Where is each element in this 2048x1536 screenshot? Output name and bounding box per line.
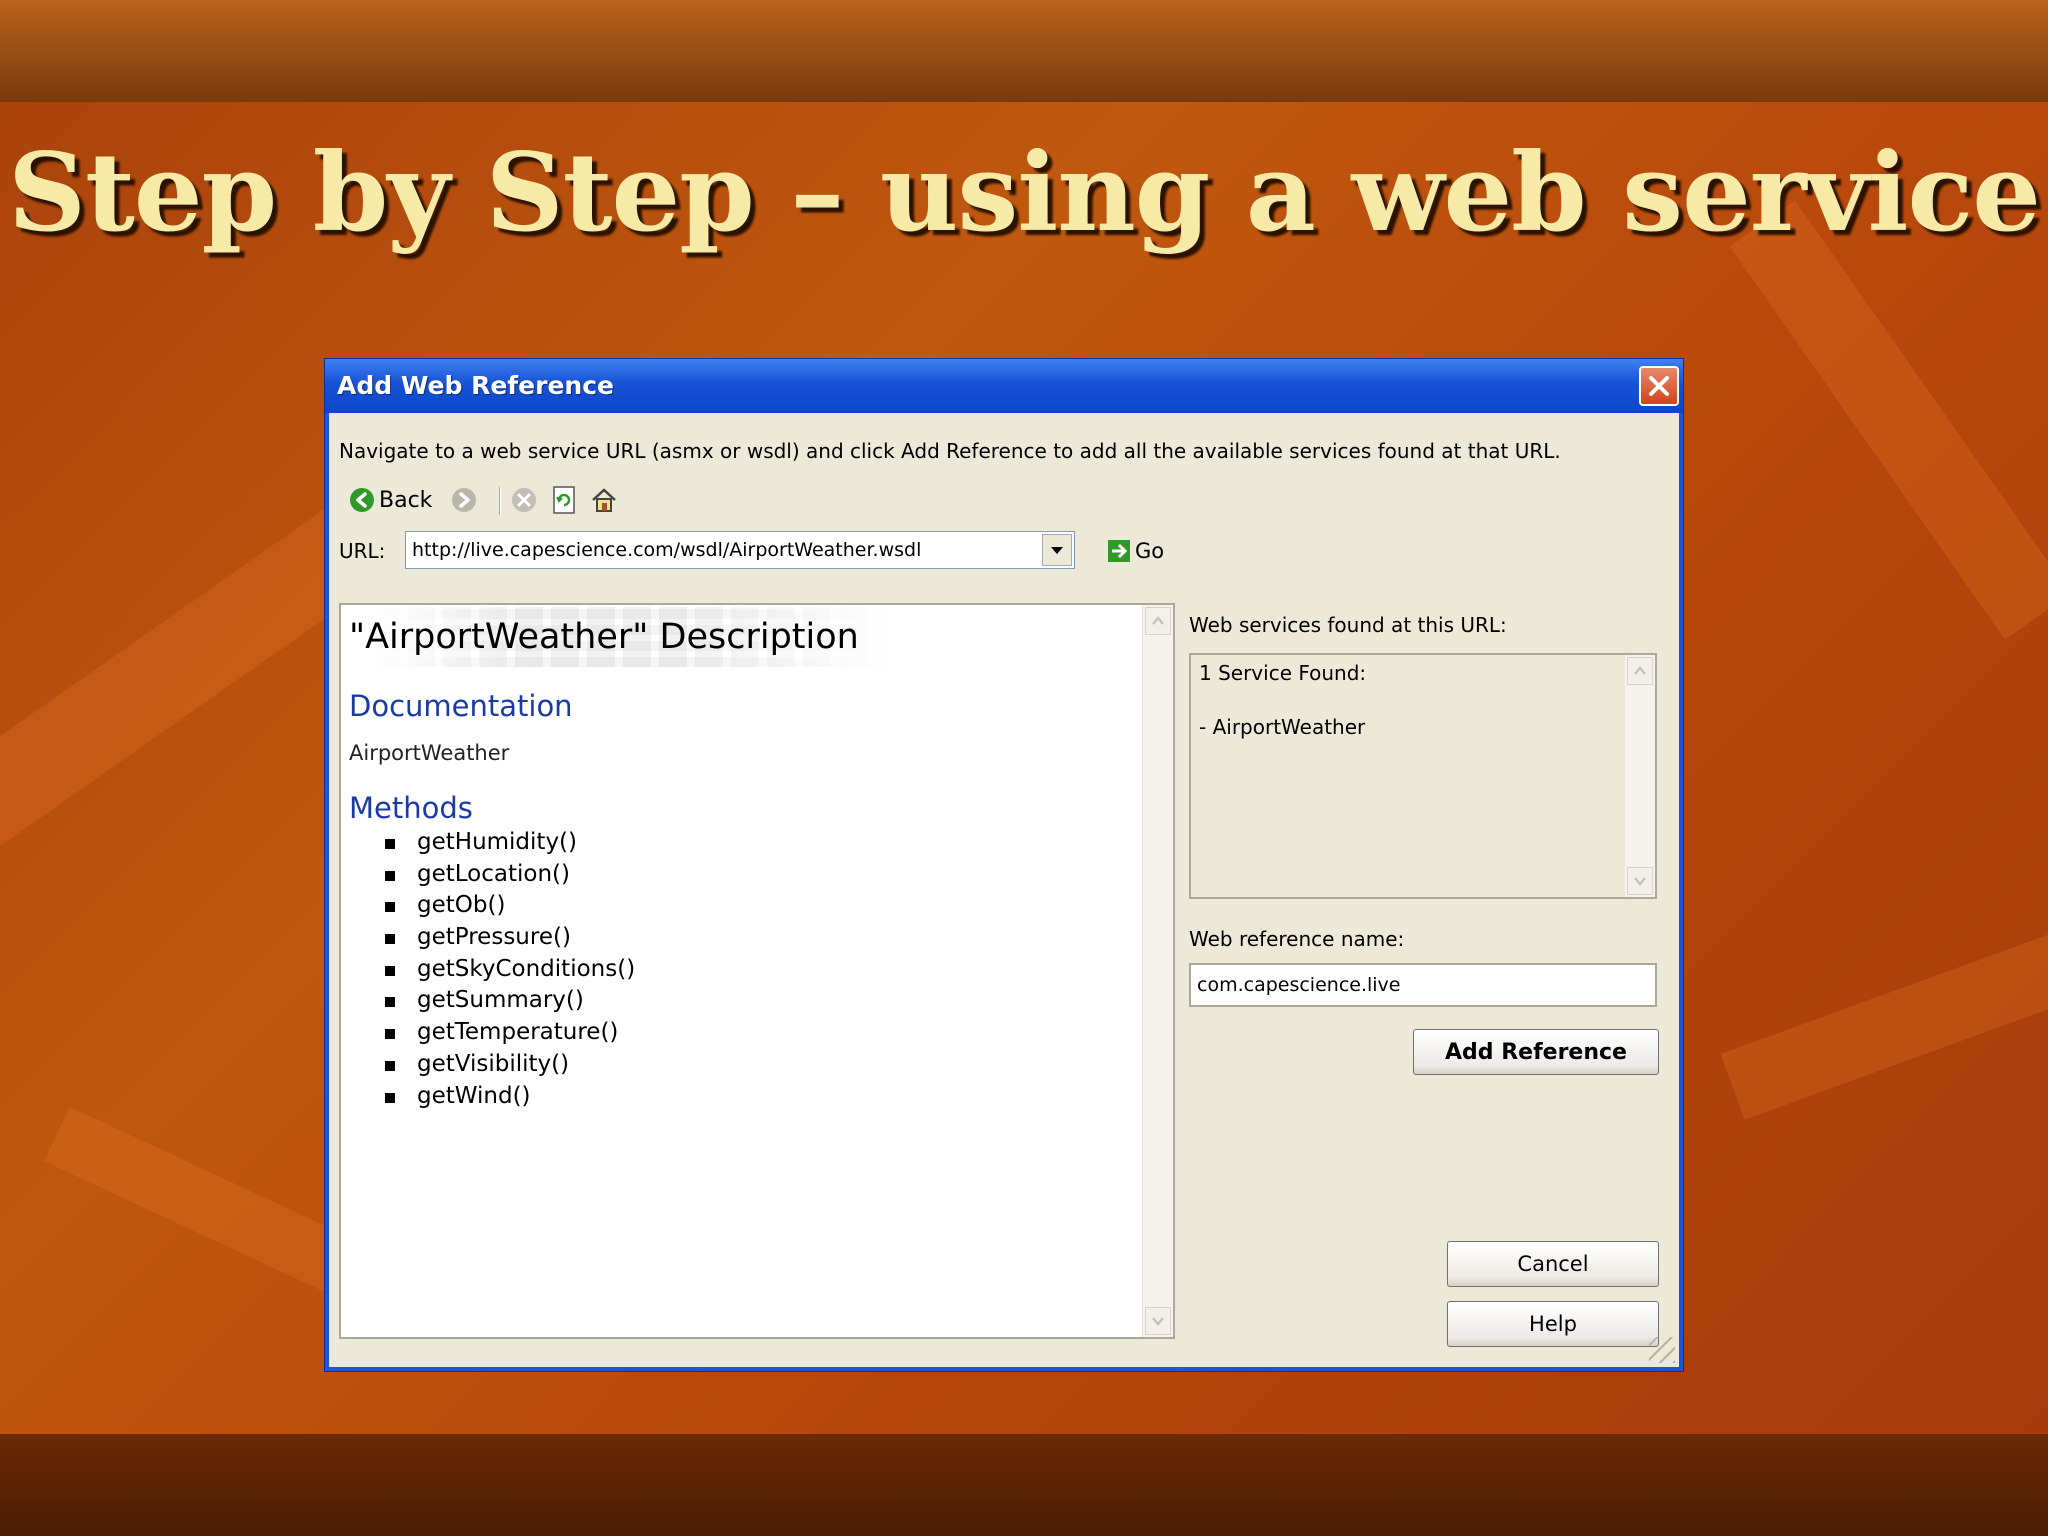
method-item[interactable]: getWind() xyxy=(385,1081,635,1113)
service-description-browser[interactable]: "AirportWeather" Description Documentati… xyxy=(339,603,1175,1339)
method-item[interactable]: getOb() xyxy=(385,890,635,922)
refresh-icon xyxy=(553,486,575,514)
dialog-titlebar[interactable]: Add Web Reference xyxy=(325,359,1683,413)
url-label: URL: xyxy=(339,539,386,563)
back-arrow-icon xyxy=(350,488,374,512)
cancel-button[interactable]: Cancel xyxy=(1447,1241,1659,1287)
method-item[interactable]: getSummary() xyxy=(385,985,635,1017)
reference-name-label: Web reference name: xyxy=(1189,927,1405,951)
back-button[interactable]: Back xyxy=(349,483,441,517)
background-leaf xyxy=(1729,200,2048,640)
chevron-up-icon xyxy=(1152,616,1164,625)
home-button[interactable] xyxy=(587,483,621,517)
scroll-down-button[interactable] xyxy=(1627,867,1653,895)
help-button[interactable]: Help xyxy=(1447,1301,1659,1347)
method-item[interactable]: getLocation() xyxy=(385,859,635,891)
methods-list: getHumidity() getLocation() getOb() getP… xyxy=(385,827,635,1112)
chevron-down-icon xyxy=(1152,1317,1164,1326)
slide-title: Step by Step – using a web service xyxy=(8,130,2041,256)
scroll-down-button[interactable] xyxy=(1145,1307,1171,1335)
url-dropdown-button[interactable] xyxy=(1042,534,1072,566)
background-leaf xyxy=(1720,910,2048,1120)
scroll-up-button[interactable] xyxy=(1627,657,1653,685)
methods-heading: Methods xyxy=(349,791,473,825)
scroll-up-button[interactable] xyxy=(1145,607,1171,635)
add-reference-button[interactable]: Add Reference xyxy=(1413,1029,1659,1075)
url-combobox[interactable] xyxy=(405,531,1075,569)
chevron-up-icon xyxy=(1634,666,1646,675)
service-item: - AirportWeather xyxy=(1199,715,1366,739)
go-label: Go xyxy=(1135,539,1165,563)
forward-arrow-icon xyxy=(452,488,476,512)
services-found-label: Web services found at this URL: xyxy=(1189,613,1507,637)
services-scrollbar[interactable] xyxy=(1625,655,1655,897)
method-item[interactable]: getSkyConditions() xyxy=(385,954,635,986)
close-icon xyxy=(1649,376,1669,396)
documentation-text: AirportWeather xyxy=(349,741,510,765)
refresh-button[interactable] xyxy=(547,483,581,517)
chevron-down-icon xyxy=(1634,877,1646,886)
dialog-client-area: Navigate to a web service URL (asmx or w… xyxy=(329,413,1679,1367)
instruction-text: Navigate to a web service URL (asmx or w… xyxy=(339,439,1561,463)
forward-button[interactable] xyxy=(447,483,481,517)
home-icon xyxy=(592,488,616,512)
services-found-count: 1 Service Found: xyxy=(1199,661,1367,685)
toolbar-separator xyxy=(499,487,501,515)
method-item[interactable]: getTemperature() xyxy=(385,1017,635,1049)
go-button[interactable]: Go xyxy=(1107,537,1177,567)
back-label: Back xyxy=(379,488,433,513)
resize-grip[interactable] xyxy=(1649,1337,1675,1363)
method-item[interactable]: getPressure() xyxy=(385,922,635,954)
slide-top-band xyxy=(0,0,2048,102)
browser-scrollbar[interactable] xyxy=(1142,605,1173,1337)
url-input[interactable] xyxy=(412,538,1022,562)
go-arrow-icon xyxy=(1108,540,1130,562)
method-item[interactable]: getVisibility() xyxy=(385,1049,635,1081)
documentation-heading: Documentation xyxy=(349,689,573,723)
reference-name-input[interactable] xyxy=(1189,963,1657,1007)
close-button[interactable] xyxy=(1639,366,1679,406)
add-web-reference-dialog: Add Web Reference Navigate to a web serv… xyxy=(324,358,1684,1372)
stop-icon xyxy=(512,488,536,512)
slide-bottom-band xyxy=(0,1434,2048,1536)
stop-button[interactable] xyxy=(507,483,541,517)
services-found-list[interactable]: 1 Service Found: - AirportWeather xyxy=(1189,653,1657,899)
dialog-title: Add Web Reference xyxy=(337,371,614,400)
description-title: "AirportWeather" Description xyxy=(349,617,859,657)
chevron-down-icon xyxy=(1051,547,1063,554)
method-item[interactable]: getHumidity() xyxy=(385,827,635,859)
